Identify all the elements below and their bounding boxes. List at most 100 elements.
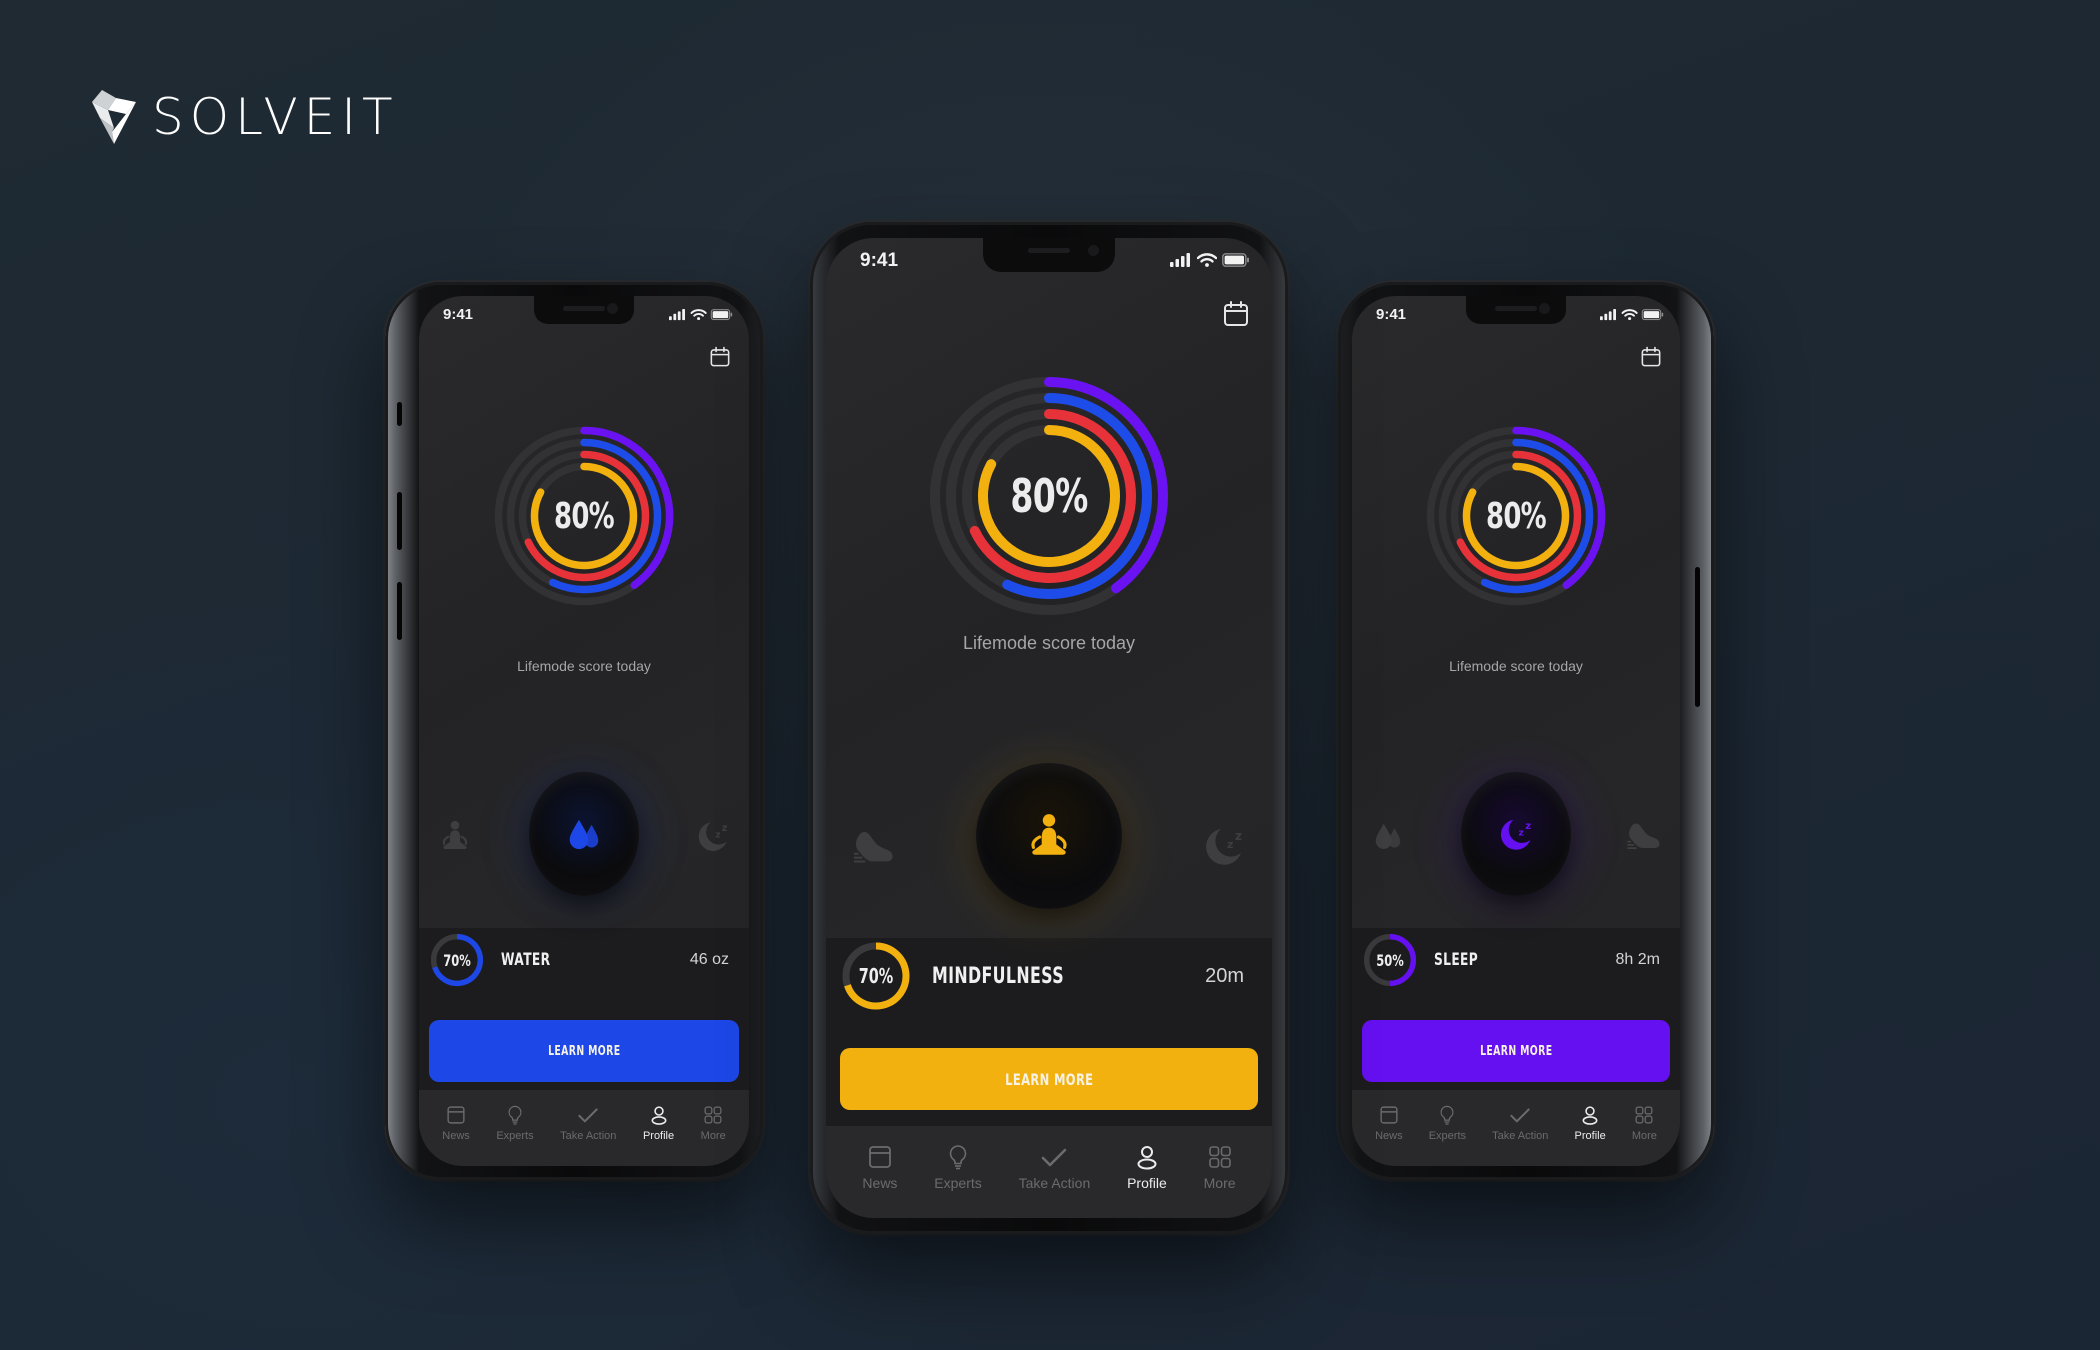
tab-label: More xyxy=(1203,1175,1236,1191)
tab-more[interactable]: More xyxy=(701,1104,726,1142)
tab-label: News xyxy=(1375,1130,1403,1142)
meditation-icon xyxy=(437,816,473,856)
calendar-icon xyxy=(1640,346,1662,368)
status-icons xyxy=(669,309,733,324)
calendar-button[interactable] xyxy=(1640,346,1662,368)
status-time: 9:41 xyxy=(860,250,899,271)
wifi-icon xyxy=(1621,309,1638,324)
activity-value: 8h 2m xyxy=(1615,951,1660,968)
phone-screen: 9:41 80% Lifemode score today z z 70% MINDFULN… xyxy=(826,238,1272,1218)
learn-more-label: LEARN MORE xyxy=(1004,1069,1094,1089)
notch xyxy=(534,296,634,324)
notch xyxy=(1466,296,1566,324)
activity-percent: 50% xyxy=(1376,950,1404,970)
calendar-icon xyxy=(709,346,731,368)
wifi-icon xyxy=(690,309,707,324)
activity-name: MINDFULNESS xyxy=(932,963,1064,989)
calendar-icon xyxy=(1222,300,1250,328)
inactive-activity-left[interactable] xyxy=(437,816,473,856)
sleep-moon-icon: zz xyxy=(1198,821,1250,871)
activity-name: SLEEP xyxy=(1434,950,1479,970)
bottom-tab-bar: News Experts Take Action Profile More xyxy=(826,1126,1272,1218)
news-icon xyxy=(866,1143,894,1171)
wifi-icon xyxy=(1196,253,1218,272)
metric-row: 50% SLEEP 8h 2m xyxy=(1352,928,1680,992)
status-time: 9:41 xyxy=(443,306,474,323)
score-caption: Lifemode score today xyxy=(962,633,1136,653)
activity-progress-ring: 70% xyxy=(840,940,912,1012)
profile-icon xyxy=(1133,1143,1161,1171)
active-activity-button[interactable] xyxy=(529,772,639,896)
tab-more[interactable]: More xyxy=(1632,1104,1657,1142)
activity-selector: zz xyxy=(1352,756,1680,926)
bottom-tab-bar: News Experts Take Action Profile More xyxy=(419,1090,749,1166)
news-icon xyxy=(445,1104,467,1126)
active-activity-button[interactable] xyxy=(976,763,1122,909)
status-icons xyxy=(1600,309,1664,324)
news-icon xyxy=(1378,1104,1400,1126)
tab-more[interactable]: More xyxy=(1204,1143,1236,1191)
tab-news[interactable]: News xyxy=(1375,1104,1403,1142)
tab-experts[interactable]: Experts xyxy=(1429,1104,1466,1142)
brand-name: SOLVEIT xyxy=(152,88,399,146)
sleep-moon-icon: zz xyxy=(1495,813,1537,855)
tab-take-action[interactable]: Take Action xyxy=(560,1104,616,1142)
grid-icon xyxy=(702,1104,724,1126)
tab-experts[interactable]: Experts xyxy=(496,1104,534,1142)
lightbulb-icon xyxy=(944,1143,972,1171)
tab-profile[interactable]: Profile xyxy=(1127,1143,1167,1191)
activity-progress-ring: 50% xyxy=(1362,929,1418,991)
svg-text:z: z xyxy=(1519,828,1524,839)
tab-profile[interactable]: Profile xyxy=(1575,1104,1606,1142)
tab-label: Take Action xyxy=(1492,1130,1549,1142)
inactive-activity-right[interactable]: zz xyxy=(693,816,733,856)
inactive-activity-left[interactable] xyxy=(848,823,900,871)
inactive-activity-left[interactable] xyxy=(1370,816,1406,856)
metric-row: 70% WATER 46 oz xyxy=(419,928,749,992)
tab-news[interactable]: News xyxy=(442,1104,470,1142)
tab-label: Experts xyxy=(934,1175,982,1191)
bottom-tab-bar: News Experts Take Action Profile More xyxy=(1352,1090,1680,1166)
score-value: 80% xyxy=(554,495,615,537)
status-icons xyxy=(1170,253,1250,272)
meditation-icon xyxy=(1023,810,1075,862)
tab-profile[interactable]: Profile xyxy=(643,1104,674,1142)
learn-more-button[interactable]: LEARN MORE xyxy=(429,1020,739,1082)
active-activity-button[interactable]: zz xyxy=(1461,772,1571,896)
brand-logo: SOLVEIT xyxy=(90,88,399,146)
calendar-button[interactable] xyxy=(1222,300,1250,328)
signal-icon xyxy=(1170,253,1192,272)
tab-label: News xyxy=(862,1175,898,1191)
metric-row: 70% MINDFULNESS 20m xyxy=(826,938,1272,1014)
svg-text:z: z xyxy=(715,831,720,841)
tab-news[interactable]: News xyxy=(862,1143,897,1191)
notch xyxy=(983,238,1115,272)
learn-more-label: LEARN MORE xyxy=(1479,1043,1553,1059)
solveit-diamond-logo-icon xyxy=(92,90,136,144)
checkmark-icon xyxy=(577,1104,599,1126)
tab-label: News xyxy=(442,1130,470,1142)
water-drops-icon xyxy=(1370,816,1406,856)
signal-icon xyxy=(669,309,687,324)
learn-more-button[interactable]: LEARN MORE xyxy=(840,1048,1258,1110)
tab-label: Experts xyxy=(496,1130,534,1142)
phone-right: 9:41 80% Lifemode score today z z 50% SLEEP 8h … xyxy=(1338,282,1714,1180)
lifemode-score-ring: 80% xyxy=(1426,426,1606,606)
svg-text:z: z xyxy=(1227,838,1233,851)
profile-icon xyxy=(648,1104,670,1126)
inactive-activity-right[interactable]: zz xyxy=(1198,821,1250,871)
calendar-button[interactable] xyxy=(709,346,731,368)
sleep-moon-icon: zz xyxy=(693,816,733,856)
activity-selector: zz xyxy=(419,756,749,926)
tab-take-action[interactable]: Take Action xyxy=(1492,1104,1548,1142)
tab-label: Take Action xyxy=(1018,1175,1091,1191)
battery-icon xyxy=(1641,309,1664,324)
tab-experts[interactable]: Experts xyxy=(934,1143,982,1191)
tab-take-action[interactable]: Take Action xyxy=(1018,1143,1091,1191)
tab-label: More xyxy=(1631,1130,1657,1142)
activity-value: 20m xyxy=(1205,964,1244,987)
phone-screen: 9:41 80% Lifemode score today z z 70% WATER 46 … xyxy=(419,296,749,1166)
svg-text:z: z xyxy=(1525,821,1531,832)
learn-more-button[interactable]: LEARN MORE xyxy=(1362,1020,1670,1082)
inactive-activity-right[interactable] xyxy=(1624,816,1664,856)
